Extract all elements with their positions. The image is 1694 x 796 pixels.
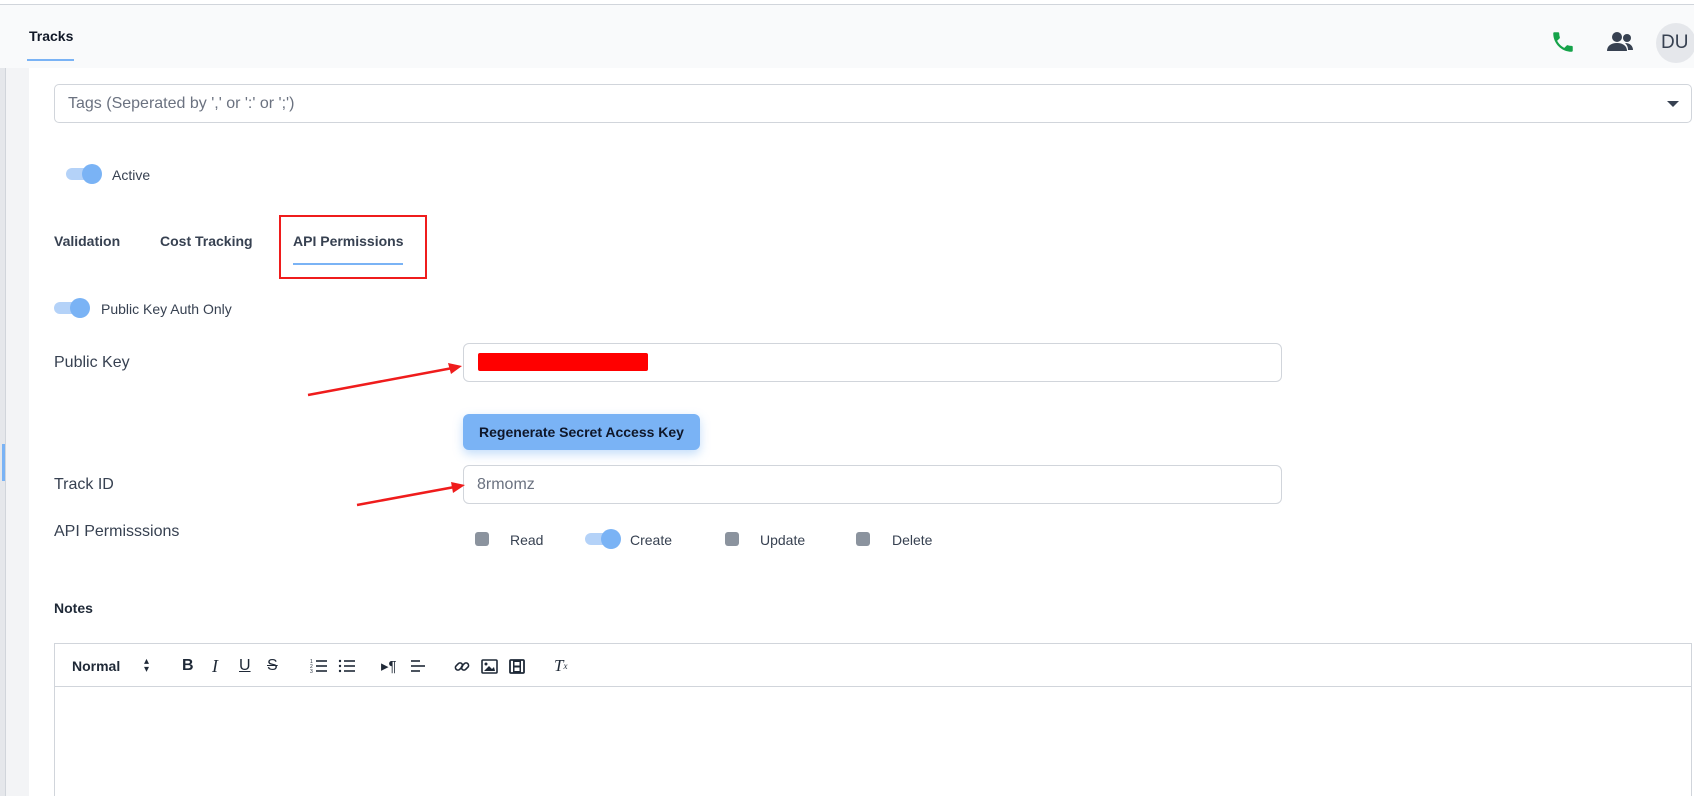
regenerate-secret-key-button[interactable]: Regenerate Secret Access Key: [463, 414, 700, 450]
format-select-arrows-icon[interactable]: ▴ ▾: [144, 656, 149, 676]
bold-icon[interactable]: B: [182, 656, 194, 676]
tab-tracks-underline: [27, 59, 74, 61]
delete-permission-toggle[interactable]: [844, 529, 880, 549]
create-permission-toggle[interactable]: [585, 529, 621, 549]
caret-down-icon[interactable]: [1667, 101, 1679, 107]
active-label: Active: [112, 167, 151, 183]
public-key-input[interactable]: [463, 343, 1282, 382]
left-sidebar: [0, 68, 6, 796]
track-id-label: Track ID: [54, 476, 114, 493]
page: Tracks DU Tags (Seperated by ',' or ':' …: [0, 0, 1694, 796]
image-icon[interactable]: [481, 656, 498, 676]
italic-icon[interactable]: I: [212, 656, 218, 676]
delete-toggle-knob: [856, 532, 870, 546]
editor-toolbar: Normal ▴ ▾ B I U S 123 ▸¶ T x: [55, 644, 1691, 687]
rtl-icon[interactable]: ▸¶: [381, 656, 397, 676]
annotation-arrow-public-key: [307, 363, 462, 397]
sidebar-active-marker: [2, 444, 5, 481]
delete-permission-label: Delete: [892, 532, 933, 548]
update-permission-label: Update: [760, 532, 806, 548]
clear-format-icon[interactable]: Tx: [554, 656, 567, 676]
create-toggle-knob: [601, 529, 621, 549]
tab-validation[interactable]: Validation: [54, 233, 120, 249]
read-permission-toggle[interactable]: [463, 529, 499, 549]
avatar-initials: DU: [1661, 32, 1689, 53]
underline-icon[interactable]: U: [239, 656, 251, 676]
public-key-auth-label: Public Key Auth Only: [101, 301, 232, 317]
create-permission-label: Create: [630, 532, 673, 548]
annotation-arrow-track-id: [356, 482, 465, 507]
tags-placeholder: Tags (Seperated by ',' or ':' or ';'): [68, 95, 295, 112]
notes-label: Notes: [54, 600, 93, 616]
update-toggle-knob: [725, 532, 739, 546]
tab-cost-tracking[interactable]: Cost Tracking: [160, 233, 253, 249]
track-id-input[interactable]: 8rmomz: [463, 465, 1282, 504]
link-icon[interactable]: [453, 656, 471, 676]
public-key-label: Public Key: [54, 354, 130, 371]
read-permission-label: Read: [510, 532, 544, 548]
annotation-highlight-box: [279, 215, 427, 279]
header: Tracks DU: [0, 5, 1694, 68]
svg-text:3: 3: [310, 669, 313, 674]
ordered-list-icon[interactable]: 123: [310, 656, 328, 676]
tags-select[interactable]: Tags (Seperated by ',' or ':' or ';'): [54, 84, 1692, 123]
video-icon[interactable]: [509, 656, 525, 676]
active-toggle-knob: [82, 164, 102, 184]
tab-tracks[interactable]: Tracks: [29, 28, 73, 44]
api-permissions-label: API Permisssions: [54, 523, 180, 540]
format-select[interactable]: Normal: [72, 656, 120, 676]
active-toggle[interactable]: [66, 164, 102, 184]
users-icon[interactable]: [1605, 27, 1635, 57]
redaction-mark: [478, 353, 648, 371]
align-icon[interactable]: [410, 656, 426, 676]
phone-icon[interactable]: [1548, 27, 1578, 57]
avatar[interactable]: DU: [1656, 23, 1694, 63]
read-toggle-knob: [475, 532, 489, 546]
public-key-auth-knob: [70, 298, 90, 318]
update-permission-toggle[interactable]: [713, 529, 749, 549]
public-key-auth-toggle[interactable]: [54, 298, 90, 318]
notes-editor[interactable]: Normal ▴ ▾ B I U S 123 ▸¶ T x: [54, 643, 1692, 796]
track-id-value: 8rmomz: [477, 476, 535, 493]
strike-icon[interactable]: S: [267, 656, 278, 676]
bullet-list-icon[interactable]: [338, 656, 356, 676]
